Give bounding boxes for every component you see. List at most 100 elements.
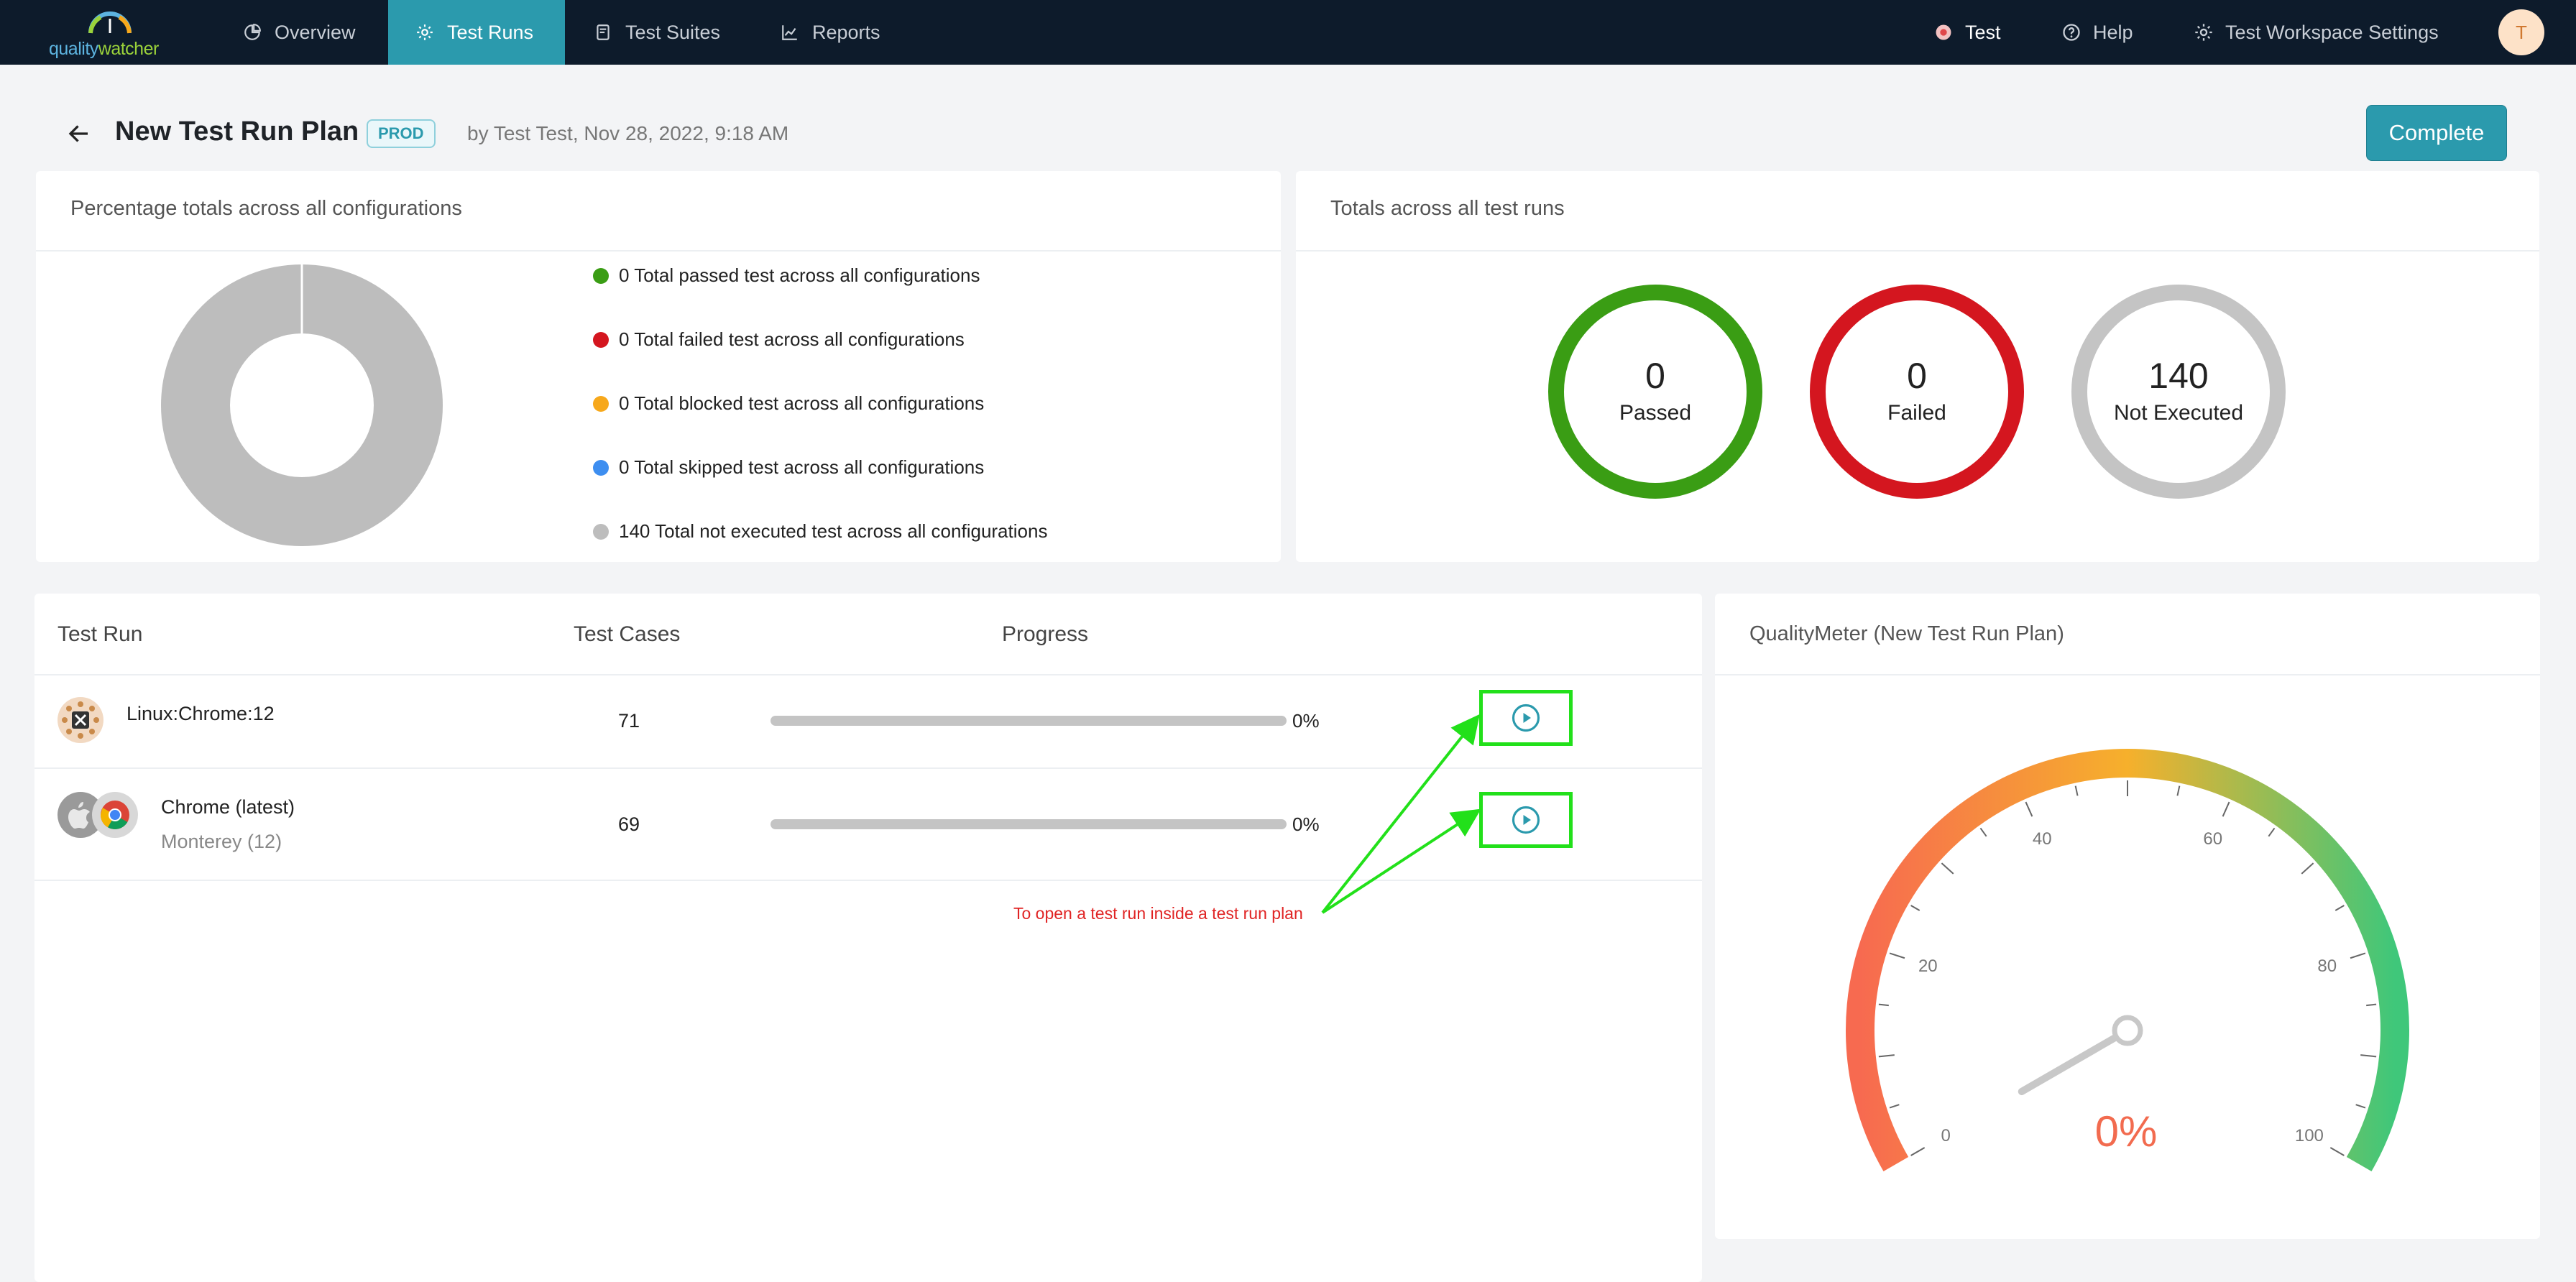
- gauge-tick-label: 0: [1941, 1126, 1950, 1145]
- pie-chart-icon: [244, 24, 261, 40]
- gear-icon: [417, 24, 433, 40]
- workspace-label: Test: [1965, 21, 2001, 43]
- workspace-icon: [1936, 24, 1951, 40]
- gauge-tick-label: 80: [2317, 956, 2337, 976]
- percentage-card-title: Percentage totals across all configurati…: [70, 197, 462, 220]
- gauge-tick: [2334, 905, 2345, 911]
- gauge-hub: [2112, 1015, 2143, 1046]
- gauge-tick: [1878, 1054, 1895, 1058]
- stat-passed-label: Passed: [1619, 401, 1692, 425]
- legend-dot: [593, 331, 609, 348]
- tab-test-runs-label: Test Runs: [447, 21, 534, 43]
- settings-label: Test Workspace Settings: [2225, 21, 2439, 43]
- stat-failed-label: Failed: [1887, 401, 1946, 425]
- document-icon: [597, 24, 610, 40]
- help-icon: [2063, 24, 2080, 41]
- gauge-tick: [1979, 827, 1987, 837]
- gauge-tick: [2355, 1104, 2366, 1109]
- settings-gear-icon: [2195, 24, 2212, 41]
- tab-overview-label: Overview: [275, 21, 356, 43]
- gauge-tick: [1941, 862, 1954, 875]
- run-name[interactable]: Linux:Chrome:12: [126, 703, 275, 725]
- gauge-tick: [2176, 785, 2181, 796]
- progress-bar: [770, 819, 1287, 829]
- quality-meter-title: QualityMeter (New Test Run Plan): [1749, 622, 2064, 645]
- legend-failed: 0 Total failed test across all configura…: [593, 328, 965, 351]
- gauge-tick-label: 40: [2033, 829, 2052, 849]
- page-title: New Test Run Plan: [115, 116, 359, 147]
- tab-test-suites-label: Test Suites: [625, 21, 721, 43]
- user-avatar[interactable]: T: [2498, 9, 2544, 55]
- linux-os-icon: [58, 697, 104, 743]
- byline: by Test Test, Nov 28, 2022, 9:18 AM: [467, 122, 789, 144]
- header-test-cases: Test Cases: [574, 622, 681, 646]
- complete-button[interactable]: Complete: [2366, 105, 2507, 161]
- run-cases: 71: [618, 710, 640, 732]
- line-chart-icon: [782, 25, 797, 40]
- tab-reports[interactable]: Reports: [781, 0, 880, 65]
- annotation-arrows: [1321, 714, 1481, 914]
- workspace-switcher[interactable]: Test: [1933, 0, 2001, 65]
- run-subtitle: Monterey (12): [161, 831, 282, 852]
- legend-dot: [593, 459, 609, 476]
- legend-label: 140 Total not executed test across all c…: [619, 520, 1048, 542]
- back-arrow-icon[interactable]: [66, 121, 92, 147]
- runs-table-card: [34, 594, 1702, 1282]
- app-logo[interactable]: qualitywatcher: [49, 7, 171, 59]
- workspace-settings-link[interactable]: Test Workspace Settings: [2194, 0, 2439, 65]
- legend-passed: 0 Total passed test across all configura…: [593, 264, 980, 287]
- gauge-tick: [2329, 1147, 2345, 1156]
- stat-passed: 0 Passed: [1547, 283, 1764, 500]
- top-navbar: qualitywatcher Overview Test Runs Test S…: [0, 0, 2576, 65]
- gauge-needle: [2018, 1027, 2131, 1095]
- chrome-browser-icon: [92, 792, 138, 838]
- env-badge: PROD: [367, 119, 436, 148]
- help-label: Help: [2093, 21, 2133, 43]
- legend-not-executed: 140 Total not executed test across all c…: [593, 520, 1047, 543]
- stat-not-executed: 140 Not Executed: [2070, 283, 2287, 500]
- tab-test-runs[interactable]: Test Runs: [388, 0, 565, 65]
- percentage-card: Percentage totals across all configurati…: [36, 171, 1281, 562]
- gauge-tick: [2268, 827, 2276, 837]
- gauge-value: 0%: [2094, 1107, 2158, 1156]
- gauge-tick: [1910, 905, 1920, 911]
- gauge-tick: [2025, 801, 2033, 817]
- tab-overview[interactable]: Overview: [243, 0, 356, 65]
- logo-text-watcher: watcher: [98, 39, 160, 59]
- legend-label: 0 Total passed test across all configura…: [619, 264, 980, 286]
- gauge-tick-label: 20: [1918, 956, 1938, 976]
- legend-label: 0 Total skipped test across all configur…: [619, 456, 985, 478]
- gauge-tick: [2360, 1054, 2377, 1058]
- legend-dot: [593, 395, 609, 412]
- gauge-tick: [1910, 1147, 1926, 1156]
- legend-label: 0 Total blocked test across all configur…: [619, 392, 985, 414]
- tab-test-suites[interactable]: Test Suites: [594, 0, 720, 65]
- run-cases: 69: [618, 813, 640, 835]
- header-test-run: Test Run: [58, 622, 143, 646]
- gauge-tick-label: 60: [2203, 829, 2222, 849]
- gauge-tick: [2301, 862, 2314, 875]
- header-progress: Progress: [1002, 622, 1089, 646]
- legend-label: 0 Total failed test across all configura…: [619, 328, 965, 350]
- stat-failed: 0 Failed: [1808, 283, 2025, 500]
- legend-blocked: 0 Total blocked test across all configur…: [593, 392, 984, 415]
- gauge-tick: [2074, 785, 2079, 796]
- play-circle-icon: [1512, 806, 1540, 834]
- logo-text-quality: quality: [49, 39, 98, 59]
- run-name[interactable]: Chrome (latest): [161, 796, 295, 818]
- annotation-text: To open a test run inside a test run pla…: [1013, 904, 1303, 923]
- stat-not-executed-value: 140: [2148, 356, 2209, 396]
- help-link[interactable]: Help: [2061, 0, 2133, 65]
- donut-chart: [161, 264, 443, 546]
- gauge-tick: [2350, 952, 2366, 959]
- gauge-labels: 0 20 40 60 80 100: [1918, 829, 2337, 1145]
- stat-passed-value: 0: [1645, 356, 1665, 396]
- legend-dot: [593, 267, 609, 284]
- totals-card-title: Totals across all test runs: [1330, 197, 1565, 220]
- gauge-tick: [1889, 1104, 1900, 1109]
- gauge-tick: [2222, 801, 2230, 817]
- stat-not-executed-label: Not Executed: [2113, 401, 2244, 425]
- gauge-tick: [1889, 952, 1905, 959]
- stat-failed-value: 0: [1907, 356, 1927, 396]
- logo-gauge-icon: [88, 11, 132, 34]
